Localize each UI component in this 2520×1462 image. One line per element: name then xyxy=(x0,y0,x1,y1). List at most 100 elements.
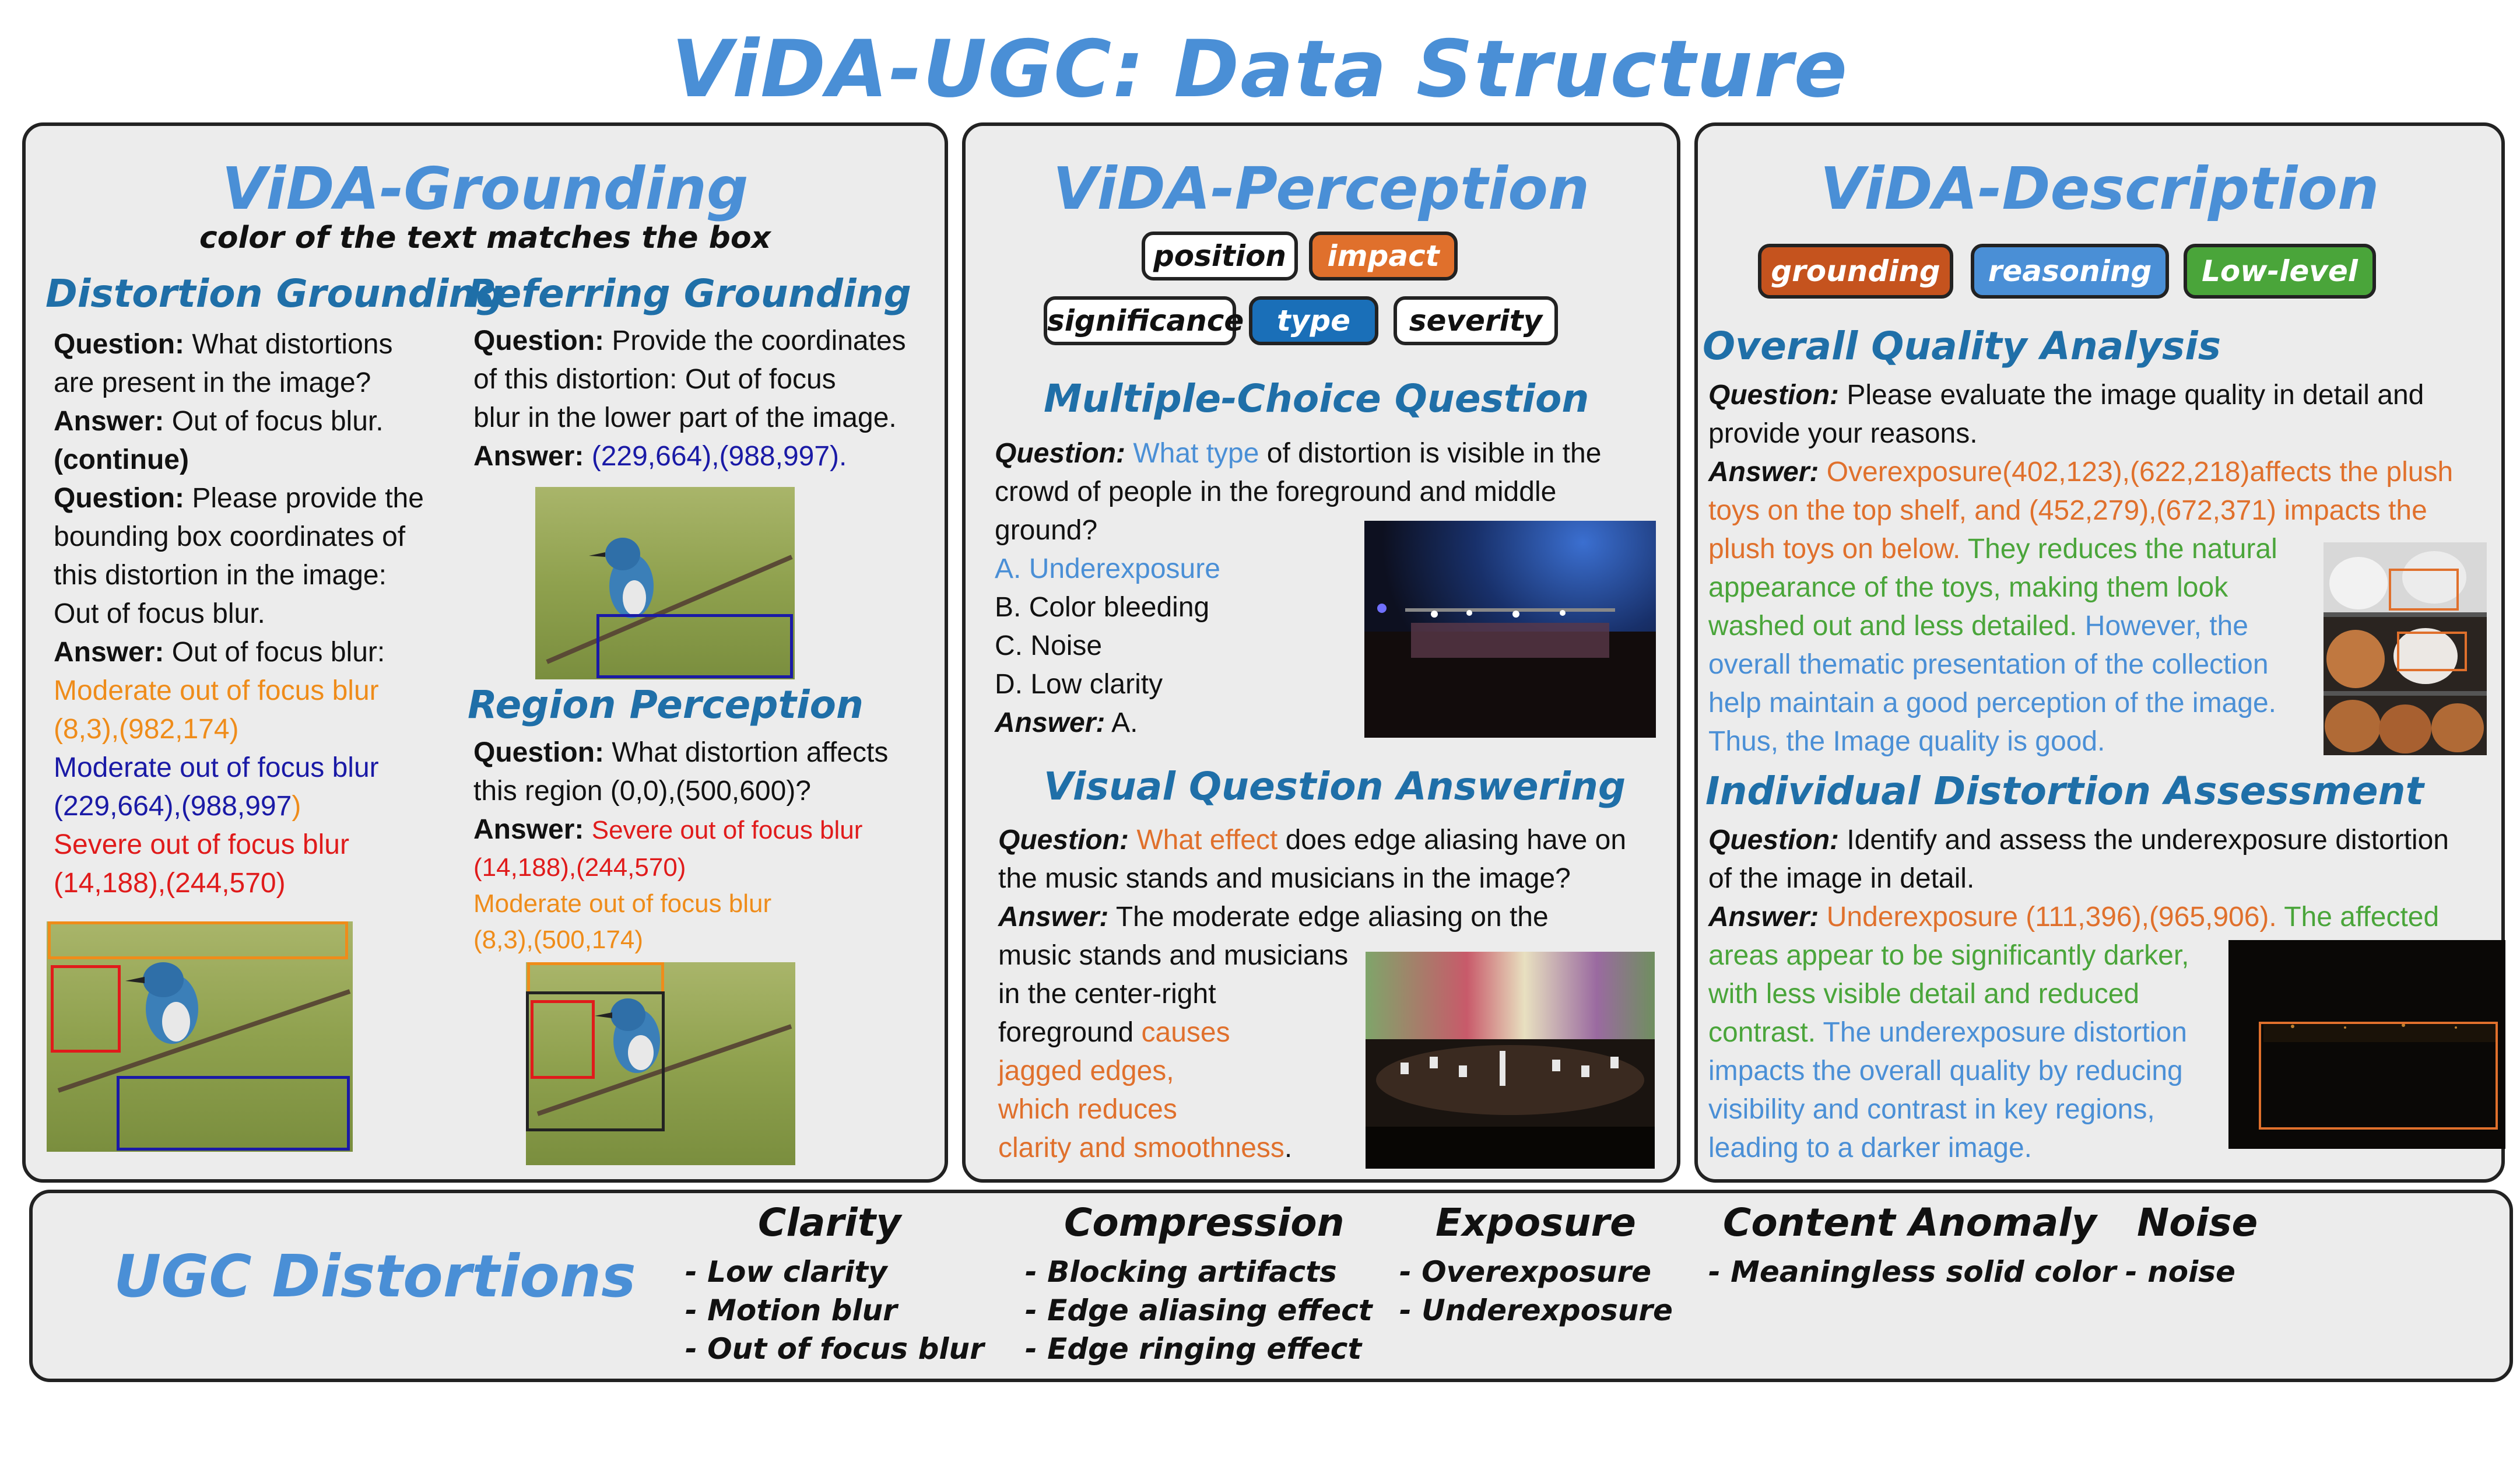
answer-label: Answer: xyxy=(998,902,1109,932)
question-text: What distortion affects xyxy=(612,737,889,768)
distortion-item: - noise xyxy=(2125,1255,2235,1289)
distortion-grounding-text: Question: What distortions are present i… xyxy=(54,325,462,903)
distortion-item: - Low clarity xyxy=(685,1255,887,1289)
question-text: the music stands and musicians in the im… xyxy=(998,863,1571,894)
bbox-blue xyxy=(596,614,793,678)
question-text: Out of focus blur. xyxy=(54,598,265,629)
answer-text: Severe out of focus blur xyxy=(591,816,863,844)
question-text: are present in the image? xyxy=(54,367,371,398)
tag-significance: significance xyxy=(1044,296,1244,345)
question-text: bounding box coordinates of xyxy=(54,521,406,552)
question-label: Question: xyxy=(1708,380,1839,411)
question-label: Question: xyxy=(998,825,1129,856)
question-text: this region (0,0),(500,600)? xyxy=(473,776,811,807)
answer-text: Out of focus blur. xyxy=(171,406,384,437)
group-clarity-items: - Low clarity - Motion blur - Out of foc… xyxy=(685,1253,984,1368)
answer-reasoning: However, the xyxy=(2084,611,2248,641)
distortion-item: - Underexposure xyxy=(1399,1293,1673,1327)
region-2-close: ) xyxy=(292,791,301,822)
group-exposure-heading: Exposure xyxy=(1436,1200,1636,1245)
question-label: Question: xyxy=(995,438,1125,469)
answer-text: The moderate edge aliasing on the xyxy=(1115,902,1549,932)
group-content-anomaly-items: - Meaningless solid color xyxy=(1708,1253,2116,1291)
overall-quality-heading: Overall Quality Analysis xyxy=(1703,324,2221,369)
group-exposure-items: - Overexposure - Underexposure xyxy=(1399,1253,1673,1330)
distortion-item: - Motion blur xyxy=(685,1293,897,1327)
question-text: this distortion in the image: xyxy=(54,560,387,591)
region-1-label: Moderate out of focus blur xyxy=(54,675,379,706)
region-perception-heading: Region Perception xyxy=(468,682,864,727)
referring-grounding-text: Question: Provide the coordinates of thi… xyxy=(473,322,940,476)
question-text: of this distortion: Out of focus xyxy=(473,364,836,395)
concert-illustration xyxy=(1364,604,1656,738)
grounding-title: ViDA-Grounding xyxy=(222,155,749,223)
distortion-item: - Meaningless solid color xyxy=(1708,1255,2117,1289)
bbox-orange-top xyxy=(2389,569,2459,611)
tag-low-level: Low-level xyxy=(2184,244,2376,299)
question-text: Provide the coordinates xyxy=(612,325,906,356)
tag-position: position xyxy=(1142,232,1298,281)
group-content-anomaly-heading: Content Anomaly xyxy=(1723,1200,2097,1245)
question-text: What distortions xyxy=(192,329,393,360)
orchestra-illustration xyxy=(1366,1039,1655,1169)
answer-text: Out of focus blur: xyxy=(171,637,385,668)
answer-grounding: Overexposure(402,123),(622,218)affects t… xyxy=(1826,457,2454,488)
distortion-item: - Edge aliasing effect xyxy=(1025,1293,1373,1327)
concert-image xyxy=(1364,521,1656,738)
main-title: ViDA-UGC: Data Structure xyxy=(671,23,1849,115)
region-perception-text: Question: What distortion affects this r… xyxy=(473,734,940,958)
group-noise-items: - noise xyxy=(2125,1253,2235,1291)
distortion-item: - Overexposure xyxy=(1399,1255,1652,1289)
distortion-grounding-heading: Distortion Grounding xyxy=(45,271,504,316)
question-text: of the image in detail. xyxy=(1708,863,1975,894)
referring-grounding-heading: Referring Grounding xyxy=(468,271,911,316)
tag-type: type xyxy=(1249,296,1378,345)
answer-label: Answer: xyxy=(473,441,584,472)
perception-title: ViDA-Perception xyxy=(1052,155,1590,223)
group-clarity-heading: Clarity xyxy=(758,1200,901,1245)
region-3-coords: (14,188),(244,570) xyxy=(54,868,286,899)
answer-text: (14,188),(244,570) xyxy=(473,853,686,882)
answer-low-level: The affected xyxy=(2284,902,2440,932)
bbox-orange xyxy=(527,962,664,994)
tag-severity: severity xyxy=(1394,296,1558,345)
question-text: Please evaluate the image quality in det… xyxy=(1847,380,2424,411)
grounding-subtitle: color of the text matches the box xyxy=(199,220,771,255)
answer-end: . xyxy=(1284,1133,1293,1163)
bbox-orange-bottom xyxy=(2397,632,2467,671)
answer-label: Answer: xyxy=(473,814,584,845)
bbox-blue xyxy=(117,1076,350,1151)
group-compression-heading: Compression xyxy=(1064,1200,1345,1245)
answer-grounding: toys on the top shelf, and (452,279),(67… xyxy=(1708,495,2427,526)
answer-text: (8,3),(500,174) xyxy=(473,925,644,954)
answer-text: A. xyxy=(1111,707,1138,738)
group-compression-items: - Blocking artifacts - Edge aliasing eff… xyxy=(1025,1253,1373,1368)
ugc-distortions-title: UGC Distortions xyxy=(114,1242,636,1310)
answer-low-level: contrast. xyxy=(1708,1017,1816,1048)
answer-grounding: plush toys on below. xyxy=(1708,534,1961,565)
question-text: provide your reasons. xyxy=(1708,418,1978,449)
answer-label: Answer: xyxy=(1708,902,1819,932)
distortion-item: - Edge ringing effect xyxy=(1025,1332,1362,1366)
answer-grounding: Underexposure (111,396),(965,906). xyxy=(1826,902,2277,932)
plush-toys-image xyxy=(2324,542,2487,755)
question-label: Question: xyxy=(1708,825,1839,856)
bird-image-region xyxy=(526,962,795,1165)
bbox-black xyxy=(526,991,665,1131)
question-text: blur in the lower part of the image. xyxy=(473,402,897,433)
question-text: of distortion is visible in the xyxy=(1266,438,1602,469)
tag-reasoning: reasoning xyxy=(1971,244,2169,299)
answer-label: Answer: xyxy=(995,707,1105,738)
answer-text: (229,664),(988,997). xyxy=(591,441,847,472)
bird-image-referring xyxy=(535,487,795,679)
individual-distortion-heading: Individual Distortion Assessment xyxy=(1705,769,2424,814)
mcq-heading: Multiple-Choice Question xyxy=(1044,376,1589,421)
bbox-orange xyxy=(2259,1022,2498,1130)
question-text: Please provide the xyxy=(192,483,424,514)
orchestra-image xyxy=(1366,952,1655,1169)
question-text: does edge aliasing have on xyxy=(1285,825,1627,856)
tag-impact: impact xyxy=(1309,232,1458,281)
answer-highlight: causes xyxy=(1141,1017,1230,1048)
question-label: Question: xyxy=(54,483,184,514)
question-text: Identify and assess the underexposure di… xyxy=(1847,825,2449,856)
